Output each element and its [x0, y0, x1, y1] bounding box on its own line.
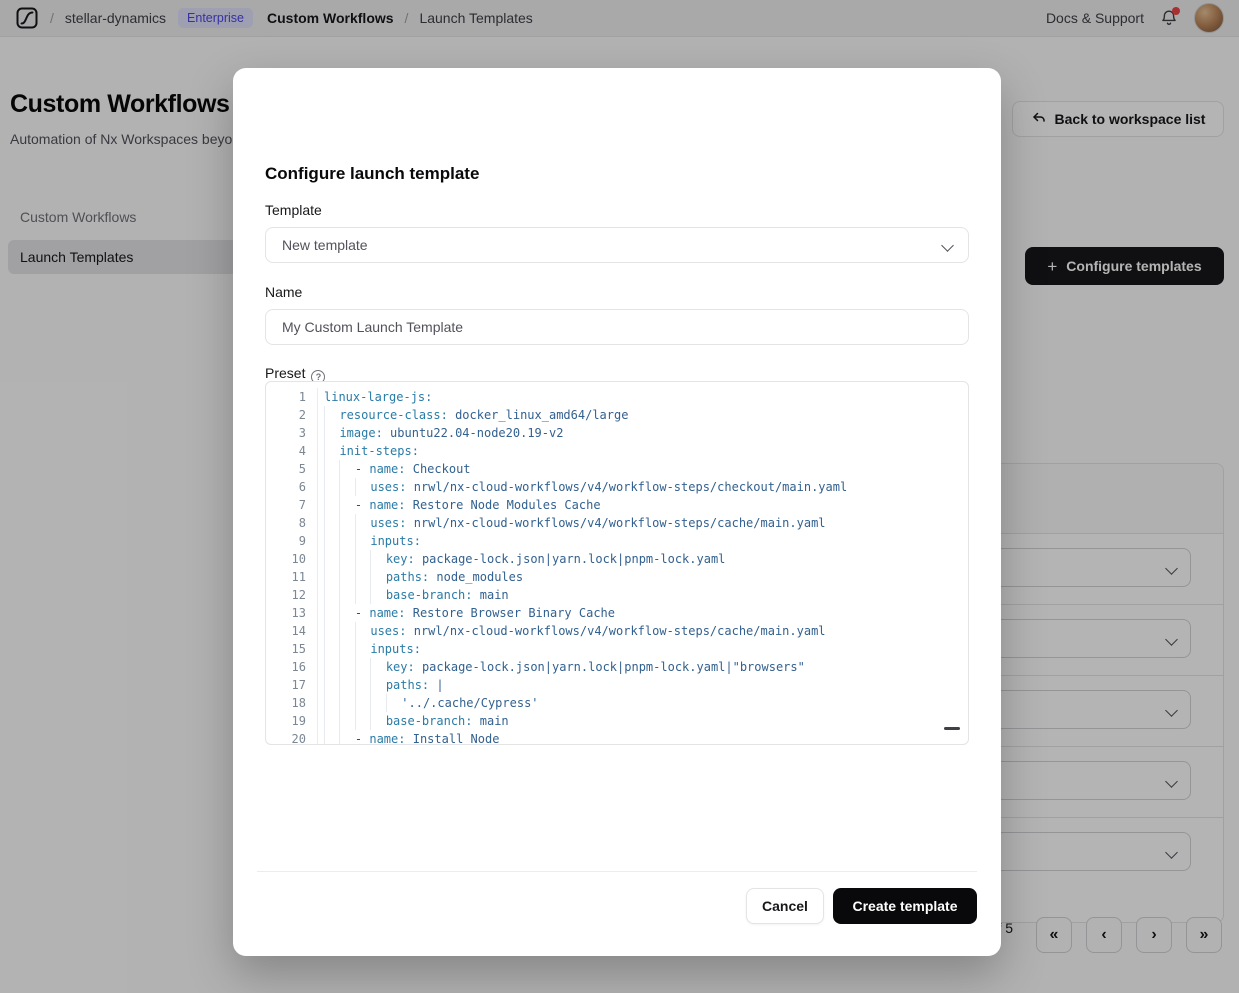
chevron-down-icon: [941, 239, 954, 252]
create-template-button[interactable]: Create template: [833, 888, 977, 924]
template-label: Template: [265, 202, 322, 218]
editor-gutter: 1234567891011121314151617181920: [266, 388, 318, 744]
modal-title: Configure launch template: [265, 164, 479, 184]
cancel-button[interactable]: Cancel: [746, 888, 824, 924]
name-label: Name: [265, 284, 302, 300]
name-input[interactable]: [282, 310, 952, 344]
yaml-code-editor[interactable]: 1234567891011121314151617181920 linux-la…: [265, 381, 969, 745]
footer-divider: [257, 871, 977, 872]
template-select[interactable]: New template: [265, 227, 969, 263]
editor-code[interactable]: linux-large-js: resource-class: docker_l…: [318, 388, 968, 744]
name-field-wrap: [265, 309, 969, 345]
editor-resize-handle[interactable]: [944, 727, 960, 730]
template-select-value: New template: [282, 237, 368, 253]
configure-launch-template-modal: Configure launch template Template New t…: [233, 68, 1001, 956]
